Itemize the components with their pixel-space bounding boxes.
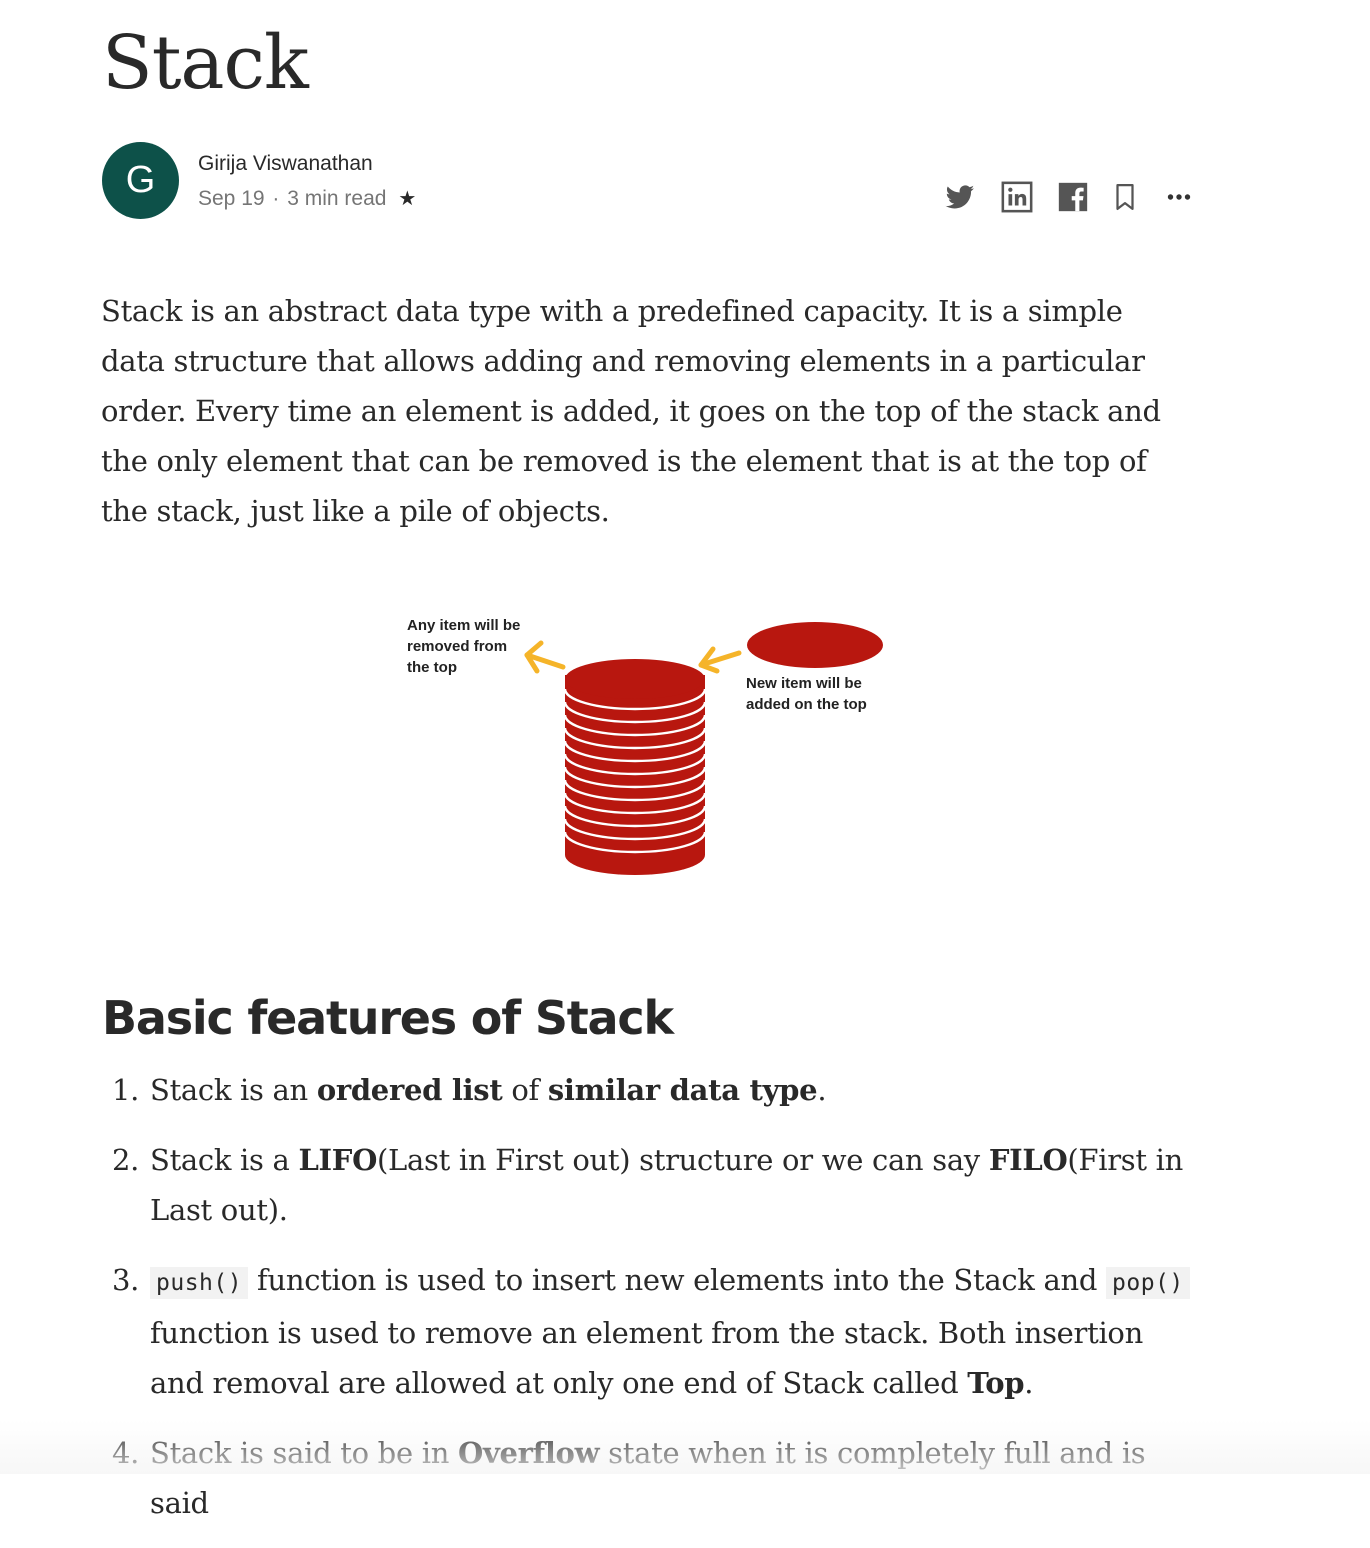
avatar[interactable]: G xyxy=(102,142,179,219)
features-list: 1. Stack is an ordered list of similar d… xyxy=(112,1065,1202,1548)
list-item: 3. push() function is used to insert new… xyxy=(112,1255,1202,1408)
code-push: push() xyxy=(150,1267,249,1299)
meta-separator: · xyxy=(272,187,280,210)
more-icon[interactable] xyxy=(1162,180,1198,214)
article-title: Stack xyxy=(102,20,309,106)
author-name[interactable]: Girija Viswanathan xyxy=(198,152,373,176)
list-item: 2. Stack is a LIFO(Last in First out) st… xyxy=(112,1143,1184,1227)
article-page: Stack G Girija Viswanathan Sep 19 · 3 mi… xyxy=(0,0,1370,1520)
intro-paragraph: Stack is an abstract data type with a pr… xyxy=(101,294,1161,528)
read-time: 3 min read xyxy=(287,187,387,210)
share-actions xyxy=(940,180,1200,214)
stack-discs xyxy=(563,659,707,875)
article-meta: Sep 19 · 3 min read ★ xyxy=(198,186,416,211)
facebook-icon[interactable] xyxy=(1056,180,1092,214)
stack-illustration: Any item will be removed from the top Ne… xyxy=(395,605,895,885)
linkedin-icon[interactable] xyxy=(1000,180,1036,214)
new-item-disc xyxy=(747,622,883,668)
code-pop: pop() xyxy=(1106,1267,1190,1299)
twitter-icon[interactable] xyxy=(942,180,978,214)
member-star-icon: ★ xyxy=(398,188,417,210)
list-item: 4. Stack is said to be in Overflow state… xyxy=(112,1436,1146,1520)
section-heading: Basic features of Stack xyxy=(102,991,674,1045)
stack-drawing xyxy=(524,622,883,875)
bookmark-icon[interactable] xyxy=(1110,180,1146,214)
publish-date: Sep 19 xyxy=(198,187,265,210)
list-item: 1. Stack is an ordered list of similar d… xyxy=(112,1073,827,1107)
arrow-in xyxy=(698,646,742,674)
arrow-out xyxy=(524,640,566,674)
